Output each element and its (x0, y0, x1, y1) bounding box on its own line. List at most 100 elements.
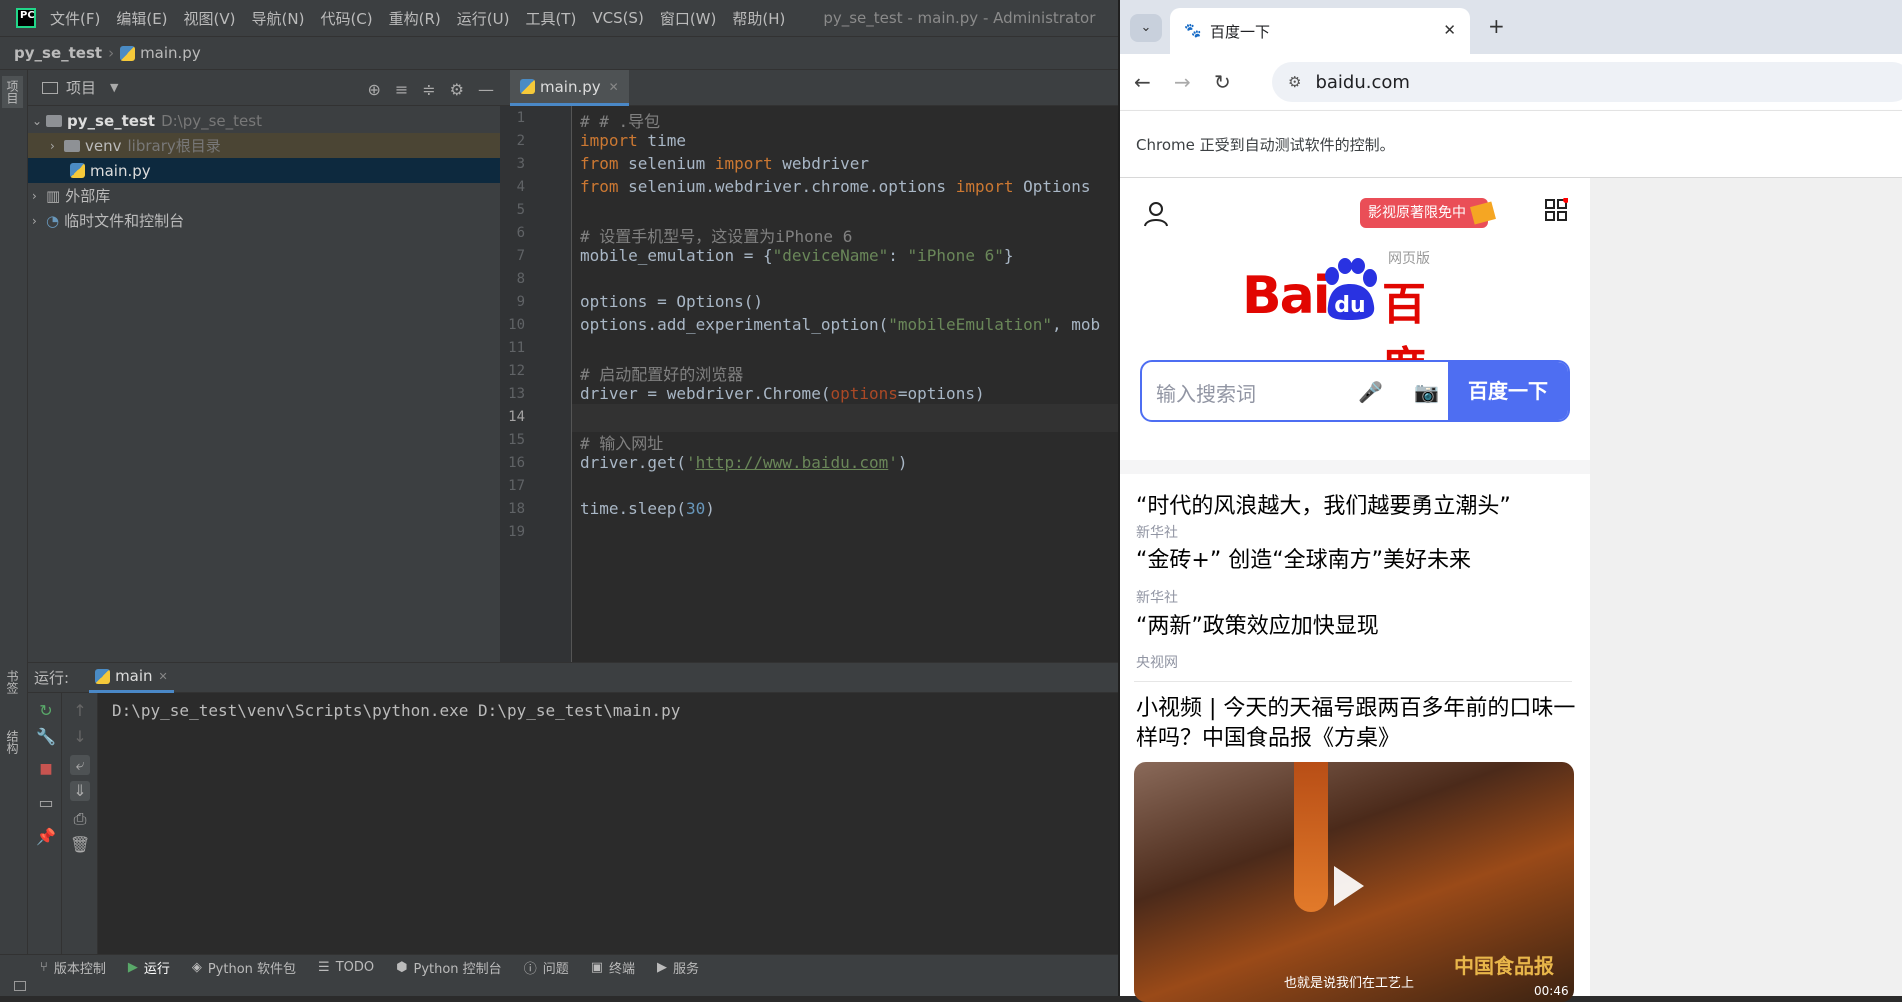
tab-baidu[interactable]: 🐾 百度一下 ✕ (1170, 8, 1470, 54)
run-panel: 运行: main ✕ ↻ 🔧 ■ ▭ 📌 ↑ ↓ ⤶ ⇓ ⎙ 🗑 D:\py_s… (28, 662, 1118, 955)
console-output[interactable]: D:\py_se_test\venv\Scripts\python.exe D:… (112, 701, 680, 720)
tree-item-external-libs[interactable]: › ▥ 外部库 (28, 183, 500, 208)
camera-icon[interactable]: 📷 (1414, 380, 1439, 404)
print-icon[interactable]: ⎙ (70, 809, 90, 829)
code-line-18[interactable]: time.sleep(30) (580, 499, 715, 518)
line-number: 12 (508, 363, 525, 379)
divider (1134, 681, 1572, 682)
apps-grid-icon[interactable] (1544, 198, 1568, 222)
code-line-16[interactable]: driver.get('http://www.baidu.com') (580, 453, 908, 472)
microphone-icon[interactable]: 🎤 (1358, 380, 1383, 404)
menu-refactor[interactable]: 重构(R) (389, 8, 441, 29)
code-line-13[interactable]: driver = webdriver.Chrome(options=option… (580, 384, 985, 403)
code-line-3[interactable]: from selenium import webdriver (580, 154, 869, 173)
chevron-right-icon[interactable]: › (32, 189, 46, 203)
expand-all-icon[interactable]: ≡ (395, 80, 408, 99)
tree-item-scratches[interactable]: › ◔ 临时文件和控制台 (28, 208, 500, 233)
gear-icon[interactable]: ⚙ (450, 80, 464, 99)
promo-banner[interactable]: 影视原著限免中 (1360, 198, 1496, 228)
menu-view[interactable]: 视图(V) (184, 8, 236, 29)
code-line-15[interactable]: # 输入网址 (580, 430, 663, 454)
code-line-12[interactable]: # 启动配置好的浏览器 (580, 361, 743, 385)
news-source-3: 央视网 (1136, 655, 1178, 671)
tool-tab-python-packages[interactable]: ◈ Python 软件包 (192, 958, 296, 977)
reload-icon[interactable]: ↻ (1214, 70, 1231, 94)
code-line-9[interactable]: options = Options() (580, 292, 763, 311)
back-icon[interactable]: ← (1134, 70, 1151, 94)
tool-tab-run[interactable]: ▶ 运行 (128, 958, 170, 977)
code-line-7[interactable]: mobile_emulation = {"deviceName": "iPhon… (580, 246, 1013, 265)
address-bar[interactable]: ⚙ baidu.com (1272, 62, 1902, 102)
tab-main-py[interactable]: main.py ✕ (510, 70, 629, 106)
stop-icon[interactable]: ■ (36, 759, 56, 779)
news-title-2[interactable]: “金砖+” 创造“全球南方”美好未来 (1136, 542, 1471, 574)
code-line-10[interactable]: options.add_experimental_option("mobileE… (580, 315, 1100, 334)
tool-tab-vcs[interactable]: ⑂ 版本控制 (40, 958, 106, 977)
new-tab-icon[interactable]: + (1488, 14, 1505, 38)
pin-icon[interactable]: 📌 (36, 827, 56, 847)
breadcrumb-project[interactable]: py_se_test (14, 44, 102, 62)
code-line-1[interactable]: # # .导包 (580, 108, 660, 132)
chevron-down-icon[interactable]: ⌄ (32, 114, 46, 128)
code-line-4[interactable]: from selenium.webdriver.chrome.options i… (580, 177, 1091, 196)
menu-code[interactable]: 代码(C) (320, 8, 372, 29)
toggle-panel-icon[interactable] (14, 981, 26, 991)
breadcrumb-file[interactable]: main.py (140, 44, 201, 62)
collapse-all-icon[interactable]: ≑ (422, 80, 435, 99)
python-file-icon (520, 79, 535, 94)
tree-item-main-py[interactable]: main.py (28, 158, 500, 183)
news-title-3[interactable]: “两新”政策效应加快显现 (1136, 608, 1379, 640)
locate-icon[interactable]: ⊕ (367, 80, 380, 99)
soft-wrap-icon[interactable]: ⤶ (70, 755, 90, 775)
hide-icon[interactable]: — (478, 80, 494, 99)
menu-help[interactable]: 帮助(H) (732, 8, 785, 29)
chevron-right-icon[interactable]: › (32, 214, 46, 228)
menu-edit[interactable]: 编辑(E) (116, 8, 167, 29)
menu-tools[interactable]: 工具(T) (525, 8, 576, 29)
play-icon[interactable] (1334, 866, 1364, 906)
video-title[interactable]: 小视频 | 今天的天福号跟两百多年前的口味一样吗？中国食品报《方桌》 (1136, 694, 1576, 754)
layers-icon: ◈ (191, 959, 202, 975)
wrench-icon[interactable]: 🔧 (36, 727, 56, 747)
news-title[interactable]: “时代的风浪越大，我们越要勇立潮头” (1136, 492, 1576, 522)
video-thumbnail[interactable]: 也就是说我们在工艺上 中国食品报 00:46 (1134, 762, 1574, 1002)
project-panel-title[interactable]: 项目 (66, 77, 96, 98)
menu-vcs[interactable]: VCS(S) (592, 9, 643, 27)
chevron-right-icon[interactable]: › (50, 139, 64, 153)
tool-tab-problems[interactable]: ⓘ 问题 (524, 958, 569, 977)
close-icon[interactable]: ✕ (159, 670, 168, 683)
layout-icon[interactable]: ▭ (36, 793, 56, 813)
trash-icon[interactable]: 🗑 (70, 835, 90, 855)
rerun-icon[interactable]: ↻ (36, 701, 56, 721)
tool-tab-python-console[interactable]: ⬢ Python 控制台 (396, 958, 502, 977)
arrow-up-icon[interactable]: ↑ (70, 701, 90, 721)
tool-tab-terminal[interactable]: ▣ 终端 (591, 958, 635, 977)
code-line-6[interactable]: # 设置手机型号，这设置为iPhone 6 (580, 223, 852, 247)
forward-icon[interactable]: → (1174, 70, 1191, 94)
close-icon[interactable]: ✕ (1443, 21, 1456, 39)
close-icon[interactable]: ✕ (609, 80, 619, 94)
site-settings-icon[interactable]: ⚙ (1288, 73, 1301, 91)
menu-navigate[interactable]: 导航(N) (252, 8, 305, 29)
menu-run[interactable]: 运行(U) (457, 8, 510, 29)
tab-search-button[interactable]: ⌄ (1130, 14, 1162, 42)
run-panel-header: 运行: main ✕ (28, 663, 1118, 693)
structure-tool-tab[interactable]: 结构 (4, 730, 21, 754)
search-button[interactable]: 百度一下 (1448, 362, 1568, 420)
search-input[interactable]: 输入搜索词 (1156, 378, 1256, 407)
scroll-to-end-icon[interactable]: ⇓ (70, 781, 90, 801)
automation-infobar: Chrome 正受到自动测试软件的控制。 (1120, 110, 1902, 178)
code-line-2[interactable]: import time (580, 131, 686, 150)
tree-item-venv[interactable]: › venv library根目录 (28, 133, 500, 158)
tool-tab-todo[interactable]: ☰ TODO (318, 960, 374, 975)
arrow-down-icon[interactable]: ↓ (70, 727, 90, 747)
tree-root[interactable]: ⌄ py_se_test D:\py_se_test (28, 108, 500, 133)
bookmarks-tool-tab[interactable]: 书签 (4, 670, 21, 694)
chevron-down-icon[interactable]: ▼ (110, 81, 118, 94)
menu-file[interactable]: 文件(F) (50, 8, 100, 29)
tab-run-main[interactable]: main ✕ (89, 663, 174, 693)
user-icon[interactable] (1142, 200, 1170, 228)
menu-window[interactable]: 窗口(W) (660, 8, 717, 29)
tool-tab-services[interactable]: ▶ 服务 (657, 958, 699, 977)
project-tool-tab[interactable]: 项目 (2, 76, 23, 108)
